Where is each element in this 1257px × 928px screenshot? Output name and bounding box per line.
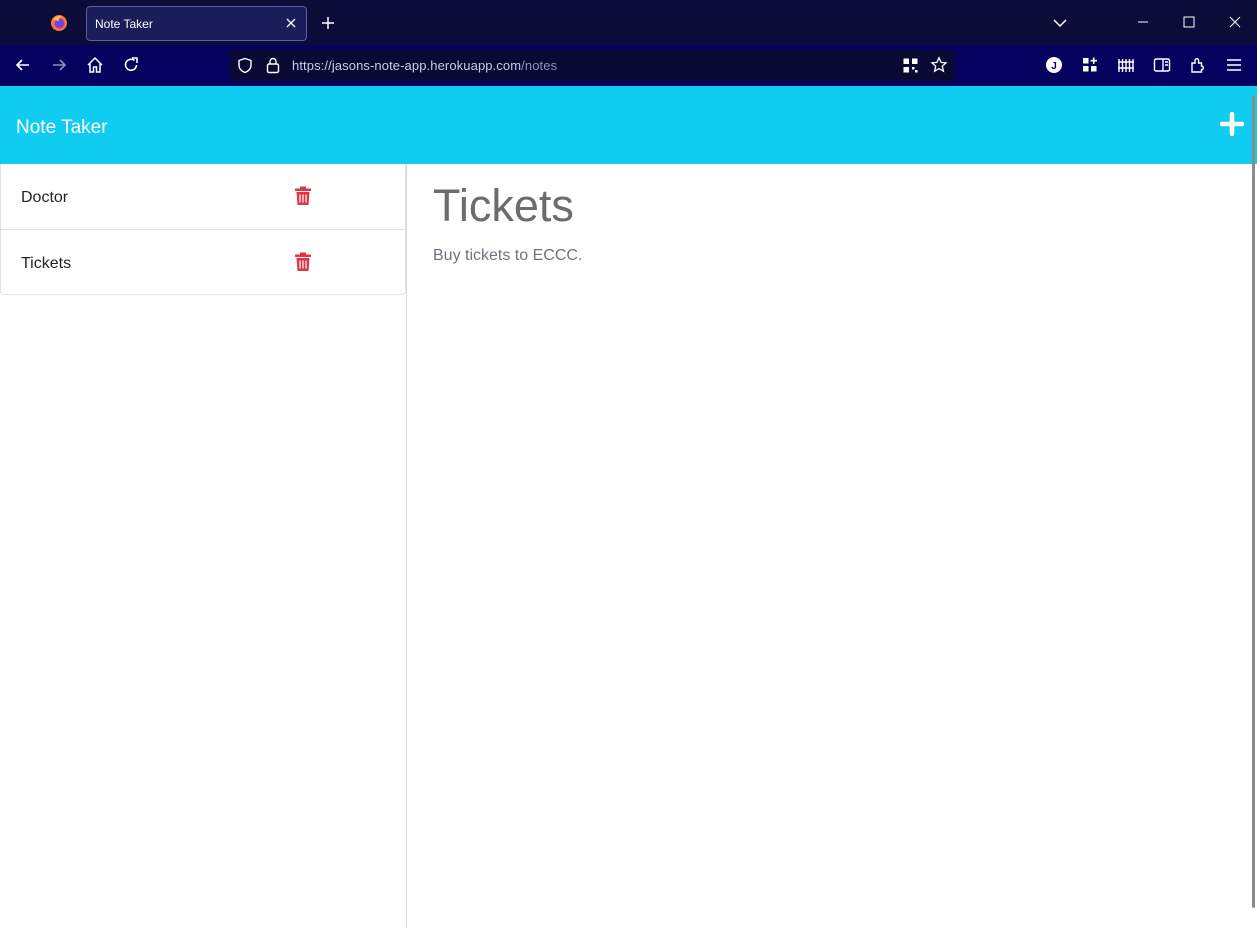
- lock-icon[interactable]: [265, 56, 281, 74]
- note-title[interactable]: Tickets: [21, 255, 71, 273]
- bookmark-star-icon[interactable]: [930, 56, 948, 74]
- maximize-icon[interactable]: [1179, 12, 1199, 32]
- note-list: Doctor Tickets: [0, 164, 406, 295]
- app-header: Note Taker: [0, 86, 1257, 164]
- notes-sidebar: Doctor Tickets: [0, 164, 407, 928]
- forward-icon[interactable]: [49, 55, 69, 75]
- close-tab-icon[interactable]: [284, 16, 298, 30]
- new-tab-icon[interactable]: [318, 13, 338, 33]
- tab-strip: Note Taker: [0, 0, 1257, 45]
- qr-code-icon[interactable]: [902, 57, 919, 74]
- new-note-plus-icon[interactable]: [1220, 112, 1244, 136]
- account-icon[interactable]: J: [1044, 55, 1064, 75]
- menu-icon[interactable]: [1224, 55, 1244, 75]
- firefox-icon[interactable]: [50, 14, 68, 32]
- extensions-grid-icon[interactable]: [1080, 55, 1100, 75]
- navigation-bar: https://jasons-note-app.herokuapp.com/no…: [0, 45, 1257, 86]
- minimize-icon[interactable]: [1133, 12, 1153, 32]
- puzzle-extensions-icon[interactable]: [1188, 55, 1208, 75]
- back-icon[interactable]: [13, 55, 33, 75]
- tab-title: Note Taker: [95, 17, 153, 31]
- note-item-tickets[interactable]: Tickets: [1, 229, 405, 294]
- note-detail-pane: Tickets Buy tickets to ECCC.: [407, 164, 1257, 928]
- library-icon[interactable]: [1116, 55, 1136, 75]
- address-bar[interactable]: https://jasons-note-app.herokuapp.com/no…: [230, 50, 955, 81]
- url-path: /notes: [521, 58, 558, 73]
- note-text-area[interactable]: Buy tickets to ECCC.: [433, 247, 582, 265]
- note-title-input[interactable]: Tickets: [433, 180, 574, 232]
- note-title[interactable]: Doctor: [21, 189, 68, 207]
- url-host: https://jasons-note-app.herokuapp.com: [292, 58, 522, 73]
- browser-window: Note Taker https://jasons-note-app.herok…: [0, 0, 1257, 928]
- tab-note-taker[interactable]: Note Taker: [86, 6, 307, 41]
- note-item-doctor[interactable]: Doctor: [1, 164, 405, 229]
- delete-note-trash-icon[interactable]: [294, 186, 312, 206]
- tracking-protection-shield-icon[interactable]: [237, 57, 253, 74]
- page-scrollbar[interactable]: [1252, 96, 1255, 908]
- url-text: https://jasons-note-app.herokuapp.com/no…: [292, 58, 557, 73]
- brand-title[interactable]: Note Taker: [16, 117, 108, 139]
- close-window-icon[interactable]: [1225, 12, 1245, 32]
- sidebar-toggle-icon[interactable]: [1152, 55, 1172, 75]
- profile-initial: J: [1051, 61, 1057, 72]
- reload-icon[interactable]: [121, 55, 141, 75]
- delete-note-trash-icon[interactable]: [294, 252, 312, 272]
- home-icon[interactable]: [85, 55, 105, 75]
- list-all-tabs-icon[interactable]: [1050, 14, 1070, 32]
